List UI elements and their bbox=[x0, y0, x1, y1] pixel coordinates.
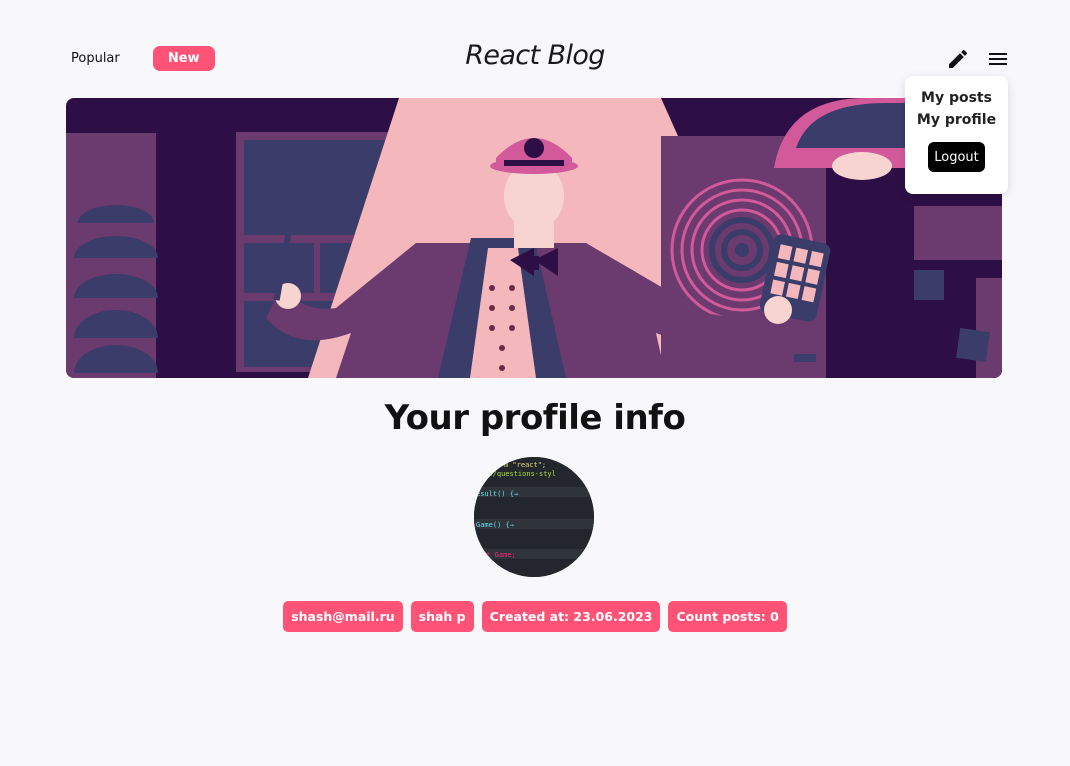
profile-info-chips: shash@mail.ru shah p Created at: 23.06.2… bbox=[0, 601, 1070, 632]
avatar-code-line: lt Game; bbox=[482, 551, 516, 559]
avatar-code-line: esult() {→ bbox=[476, 490, 518, 498]
avatar-code-line: les/questions-styl bbox=[480, 470, 556, 478]
logout-button[interactable]: Logout bbox=[928, 142, 985, 172]
name-badge: shah p bbox=[410, 601, 474, 632]
site-logo[interactable]: React Blog bbox=[0, 40, 1070, 71]
hamburger-menu-icon[interactable] bbox=[986, 47, 1010, 71]
menu-item-my-profile[interactable]: My profile bbox=[917, 112, 996, 128]
avatar-code-line: m "react"; bbox=[504, 461, 546, 469]
pencil-icon[interactable] bbox=[946, 47, 970, 71]
avatar: m "react"; les/questions-styl esult() {→… bbox=[474, 457, 594, 577]
avatar-code-line: Game() {→ bbox=[476, 521, 514, 529]
post-count-badge: Count posts: 0 bbox=[668, 601, 787, 632]
email-badge: shash@mail.ru bbox=[283, 601, 403, 632]
created-date-badge: Created at: 23.06.2023 bbox=[481, 601, 661, 632]
user-dropdown-menu: My posts My profile Logout bbox=[905, 76, 1008, 194]
menu-item-my-posts[interactable]: My posts bbox=[921, 90, 992, 106]
banner-image bbox=[66, 98, 1002, 378]
page-title: Your profile info bbox=[384, 398, 686, 438]
